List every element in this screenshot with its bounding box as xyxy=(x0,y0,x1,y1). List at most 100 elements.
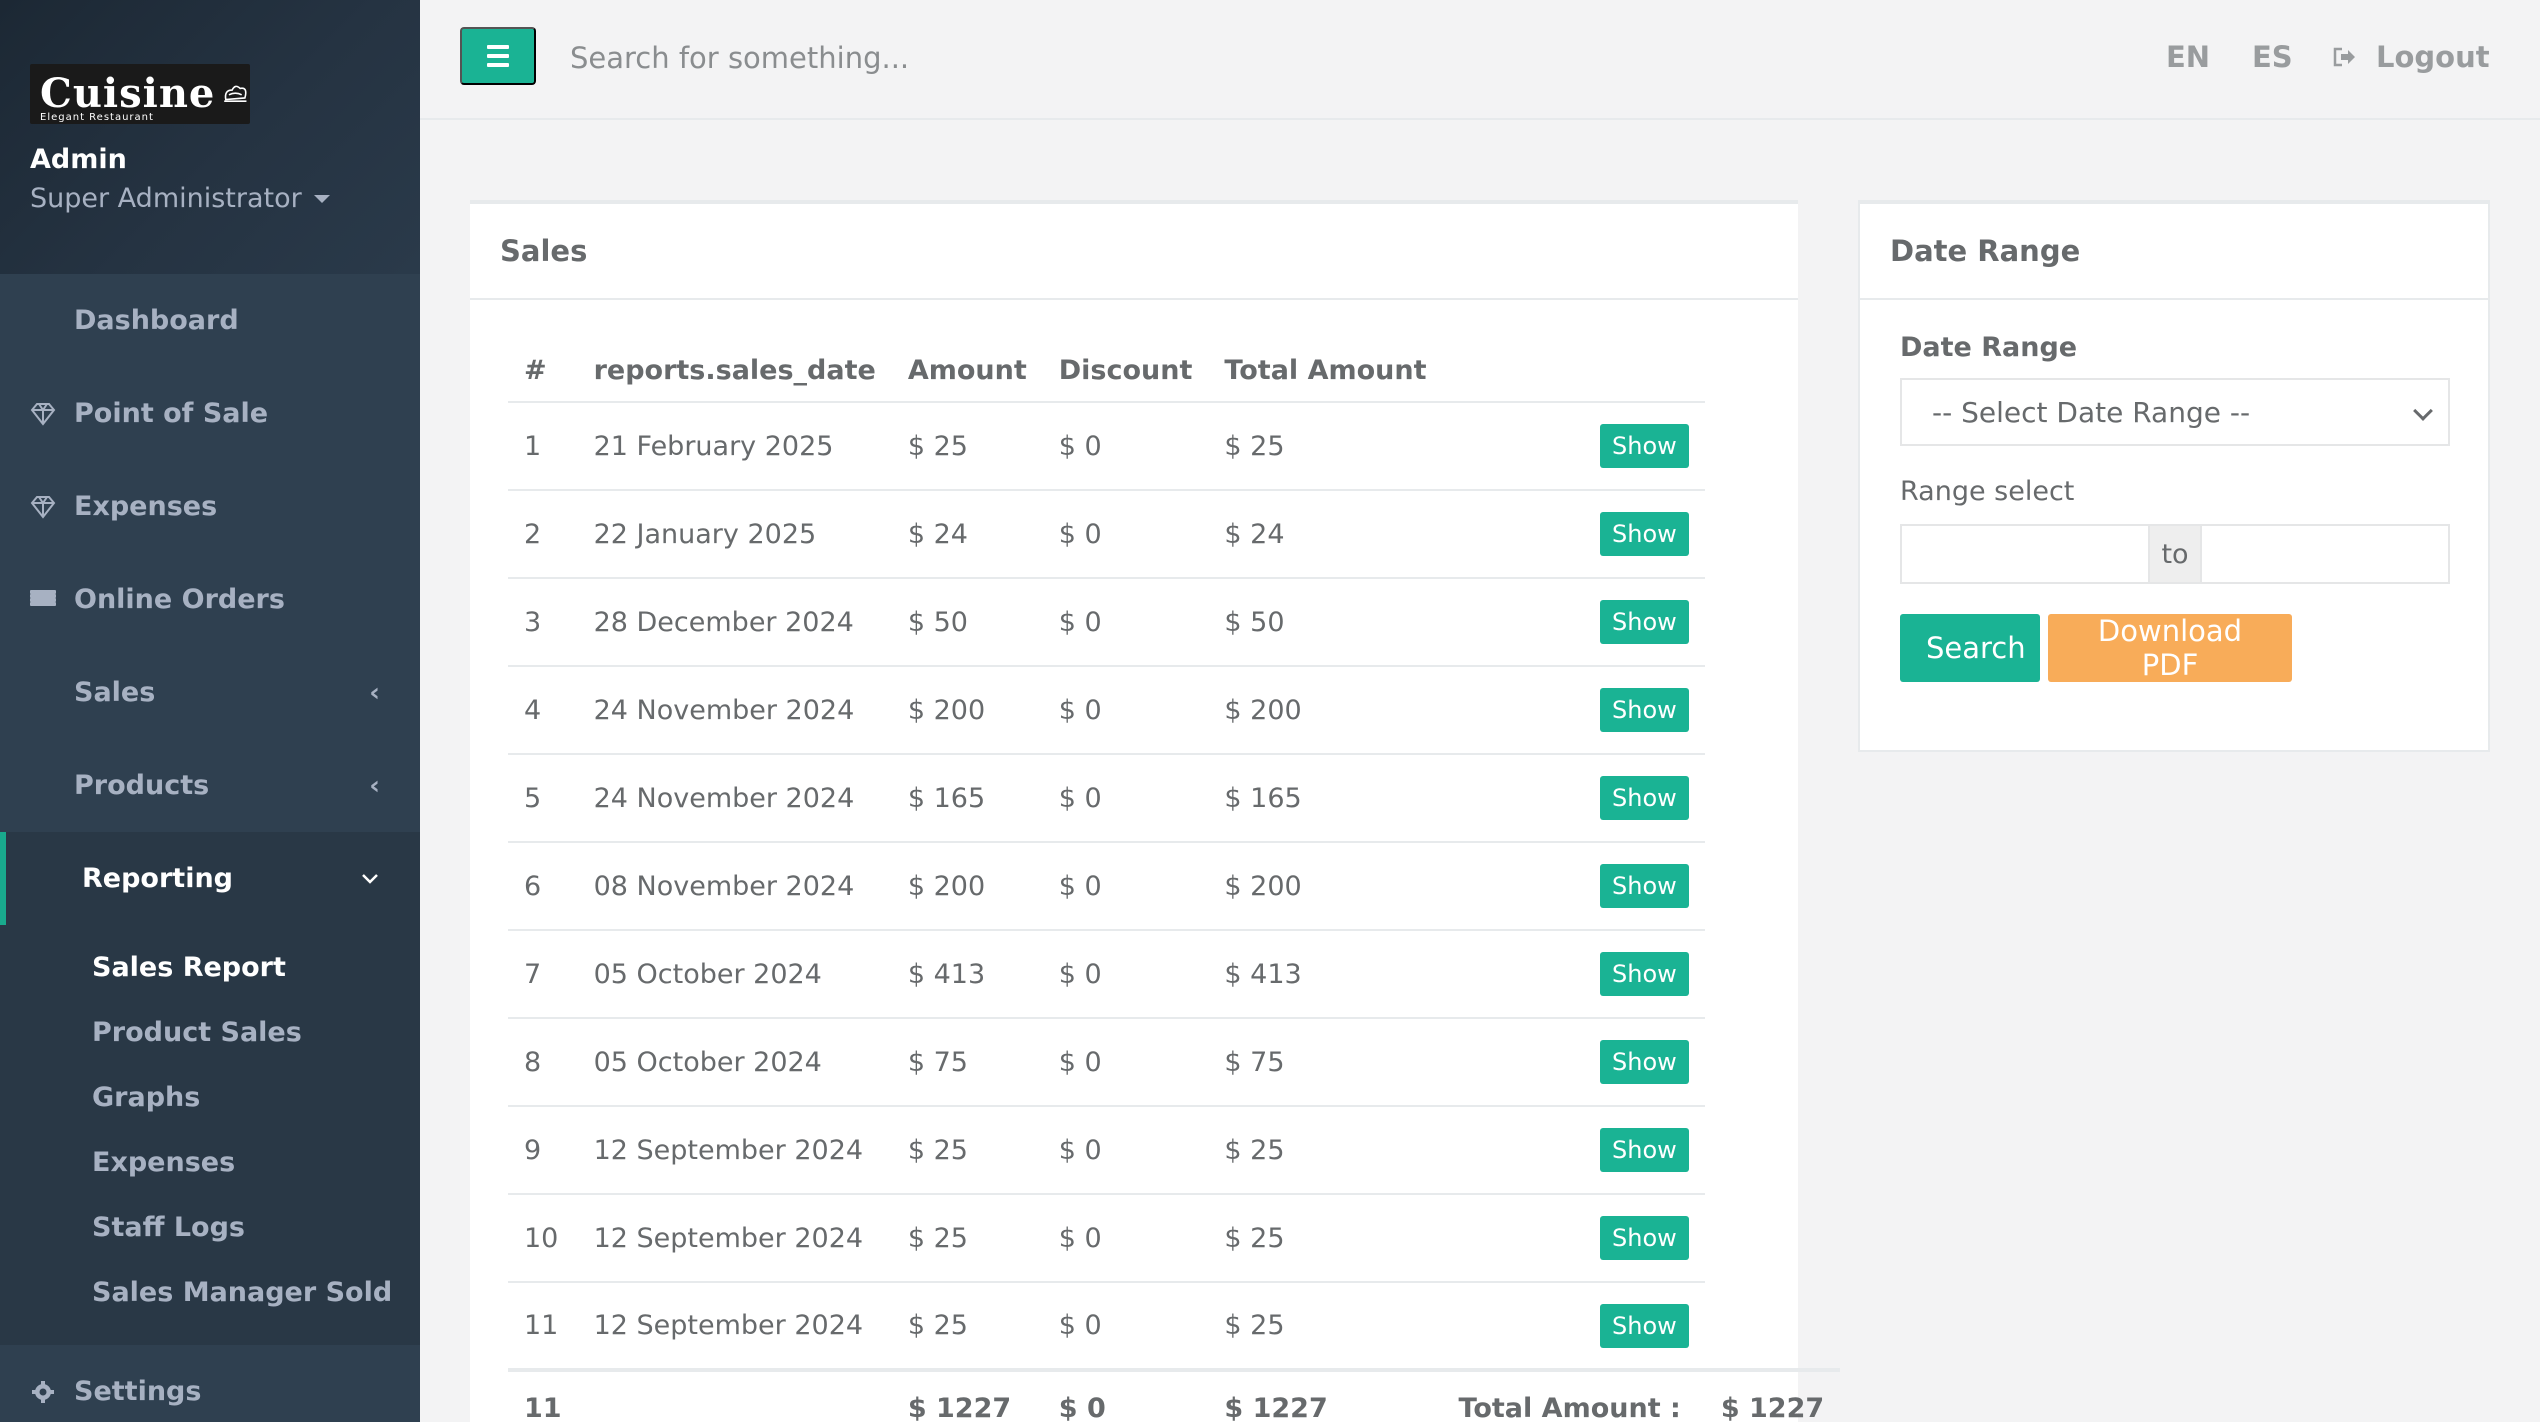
row-total-amount: $ 165 xyxy=(1208,754,1443,843)
sidebar-item-settings[interactable]: Settings xyxy=(0,1345,420,1422)
range-start-input[interactable] xyxy=(1900,524,2150,584)
show-button[interactable]: Show xyxy=(1600,1040,1689,1084)
row-actions: Show xyxy=(1442,402,1705,491)
hamburger-icon xyxy=(487,45,509,49)
topbar: EN ES Logout xyxy=(420,0,2540,120)
sidebar-item-expenses[interactable]: Expenses xyxy=(0,460,420,553)
row-sales-date: 05 October 2024 xyxy=(577,1018,892,1107)
search-input[interactable] xyxy=(570,30,1370,86)
chevron-left-icon: ‹ xyxy=(369,677,380,708)
reporting-submenu: Sales Report Product Sales Graphs Expens… xyxy=(0,925,420,1345)
row-total-amount: $ 50 xyxy=(1208,578,1443,667)
row-number: 3 xyxy=(508,578,578,667)
menu-toggle-button[interactable] xyxy=(460,27,536,85)
show-button[interactable]: Show xyxy=(1600,1128,1689,1172)
search-button[interactable]: Search xyxy=(1900,614,2040,682)
sidebar-subitem-graphs[interactable]: Graphs xyxy=(0,1065,420,1130)
profile-role-dropdown[interactable]: Super Administrator xyxy=(30,183,390,214)
row-actions: Show xyxy=(1442,1106,1705,1195)
row-discount: $ 0 xyxy=(1042,1018,1209,1107)
sidebar-item-online-orders[interactable]: Online Orders xyxy=(0,553,420,646)
date-range-select[interactable]: -- Select Date Range -- xyxy=(1900,378,2450,446)
total-count: 11 xyxy=(508,1368,578,1422)
table-row: 4 24 November 2024 $ 200 $ 0 $ 200 Show xyxy=(508,666,1840,755)
grid-icon xyxy=(38,866,64,892)
sidebar-item-sales[interactable]: Sales ‹ xyxy=(0,646,420,739)
sales-panel: Sales # reports.sales_date Amount Discou… xyxy=(470,200,1841,1422)
show-button[interactable]: Show xyxy=(1600,512,1689,556)
sidebar-item-label: Sales xyxy=(74,677,156,708)
range-select-label: Range select xyxy=(1900,476,2075,507)
row-total-amount: $ 25 xyxy=(1208,402,1443,491)
range-end-input[interactable] xyxy=(2200,524,2450,584)
row-number: 8 xyxy=(508,1018,578,1107)
sign-out-icon xyxy=(2333,47,2355,67)
row-actions: Show xyxy=(1442,754,1705,843)
logout-link[interactable]: Logout xyxy=(2376,40,2490,74)
range-select-group: to xyxy=(1900,524,2450,584)
logo-subtitle: Elegant Restaurant xyxy=(40,112,154,123)
row-discount: $ 0 xyxy=(1042,578,1209,667)
table-row: 10 12 September 2024 $ 25 $ 0 $ 25 Show xyxy=(508,1194,1840,1283)
show-button[interactable]: Show xyxy=(1600,952,1689,996)
row-amount: $ 25 xyxy=(891,1194,1043,1283)
sidebar-item-reporting[interactable]: Reporting xyxy=(0,832,420,925)
sidebar-item-products[interactable]: Products ‹ xyxy=(0,739,420,832)
show-button[interactable]: Show xyxy=(1600,424,1689,468)
show-button[interactable]: Show xyxy=(1600,1303,1689,1348)
row-number: 5 xyxy=(508,754,578,843)
row-number: 1 xyxy=(508,402,578,491)
grand-total-cell: Total Amount : xyxy=(1442,1368,1705,1422)
table-row: 11 12 September 2024 $ 25 $ 0 $ 25 Show xyxy=(508,1282,1840,1371)
chevron-down-icon xyxy=(362,873,378,884)
row-discount: $ 0 xyxy=(1042,490,1209,579)
sidebar-subitem-sales-report[interactable]: Sales Report xyxy=(0,935,420,1000)
row-actions: Show xyxy=(1442,666,1705,755)
row-total-amount: $ 25 xyxy=(1208,1282,1443,1371)
sidebar-subitem-expenses[interactable]: Expenses xyxy=(0,1130,420,1195)
row-discount: $ 0 xyxy=(1042,754,1209,843)
row-amount: $ 200 xyxy=(891,666,1043,755)
chevron-left-icon: ‹ xyxy=(369,770,380,801)
row-sales-date: 12 September 2024 xyxy=(577,1194,892,1283)
row-sales-date: 08 November 2024 xyxy=(577,842,892,931)
table-row: 9 12 September 2024 $ 25 $ 0 $ 25 Show xyxy=(508,1106,1840,1195)
show-button[interactable]: Show xyxy=(1600,688,1689,732)
sidebar-item-label: Reporting xyxy=(82,863,234,894)
show-button[interactable]: Show xyxy=(1600,776,1689,820)
profile-name: Admin xyxy=(30,144,127,175)
row-amount: $ 75 xyxy=(891,1018,1043,1107)
show-button[interactable]: Show xyxy=(1600,1216,1689,1260)
row-actions: Show xyxy=(1442,490,1705,579)
grand-total-value: $ 1227 xyxy=(1704,1368,1841,1422)
sidebar-subitem-sales-manager-sold[interactable]: Sales Manager Sold xyxy=(0,1260,420,1325)
lang-en-link[interactable]: EN xyxy=(2166,40,2210,74)
row-discount: $ 0 xyxy=(1042,1194,1209,1283)
chef-hat-icon xyxy=(224,85,247,102)
lang-es-link[interactable]: ES xyxy=(2252,40,2293,74)
row-amount: $ 413 xyxy=(891,930,1043,1019)
sidebar-item-dashboard[interactable]: Dashboard xyxy=(0,274,420,367)
row-total-amount: $ 75 xyxy=(1208,1018,1443,1107)
row-actions: Show xyxy=(1442,1018,1705,1107)
range-to-label: to xyxy=(2150,524,2200,584)
total-discount-sum: $ 0 xyxy=(1042,1368,1209,1422)
table-row: 3 28 December 2024 $ 50 $ 0 $ 50 Show xyxy=(508,578,1840,667)
row-amount: $ 165 xyxy=(891,754,1043,843)
sidebar-item-point-of-sale[interactable]: Point of Sale xyxy=(0,367,420,460)
show-button[interactable]: Show xyxy=(1600,864,1689,908)
sidebar-subitem-product-sales[interactable]: Product Sales xyxy=(0,1000,420,1065)
row-number: 9 xyxy=(508,1106,578,1195)
sales-panel-title: Sales xyxy=(470,204,1798,300)
grid-icon xyxy=(30,680,56,706)
sidebar-subitem-staff-logs[interactable]: Staff Logs xyxy=(0,1195,420,1260)
total-total-sum: $ 1227 xyxy=(1208,1368,1443,1422)
download-pdf-button[interactable]: Download PDF xyxy=(2048,614,2292,682)
row-number: 11 xyxy=(508,1282,578,1371)
row-sales-date: 12 September 2024 xyxy=(577,1282,892,1371)
show-button[interactable]: Show xyxy=(1600,600,1689,644)
column-header-number: # xyxy=(508,340,578,403)
grid-icon xyxy=(30,773,56,799)
table-row: 8 05 October 2024 $ 75 $ 0 $ 75 Show xyxy=(508,1018,1840,1107)
row-amount: $ 25 xyxy=(891,1106,1043,1195)
